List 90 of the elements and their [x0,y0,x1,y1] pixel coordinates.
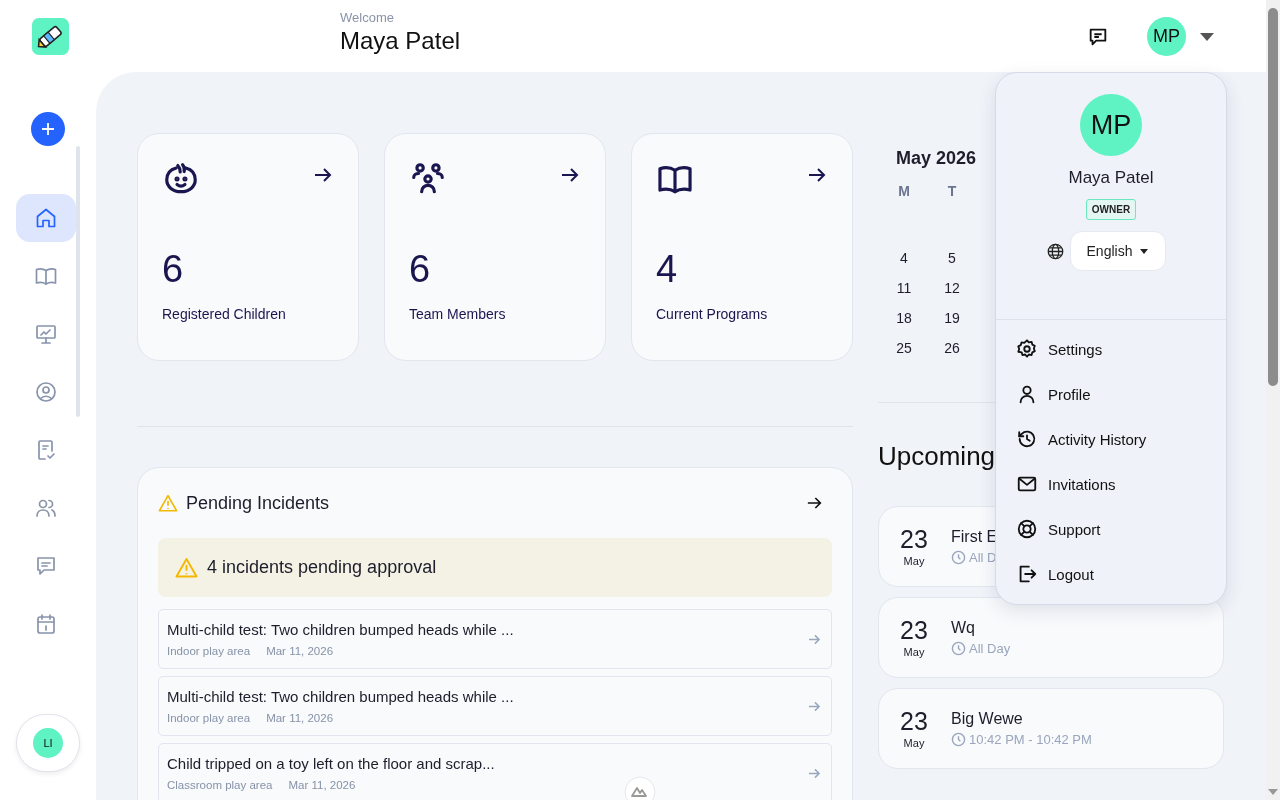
mountain-logo-icon[interactable] [624,776,656,800]
globe-icon [1046,242,1064,260]
menu-item[interactable]: Profile [1016,379,1226,409]
user-name: Maya Patel [1068,168,1154,188]
stat-card[interactable]: 6 Registered Children [137,133,359,361]
weekday-label: T [946,183,958,199]
calendar-day[interactable]: 11 [880,280,928,296]
arrow-right-icon [808,767,821,779]
caret-icon[interactable] [1200,32,1214,41]
stat-label: Registered Children [162,306,287,322]
scroll-down-icon[interactable] [1268,789,1278,795]
user-circle-icon [34,380,58,404]
event-title: Big Wewe [951,710,1024,728]
welcome-label: Welcome [340,10,395,25]
stat-label: Current Programs [656,306,769,322]
alert-text: 4 incidents pending approval [207,557,437,578]
stat-card[interactable]: 4 Current Programs [631,133,853,361]
stat-value: 6 [162,250,185,288]
presentation-chart-icon [34,322,58,346]
card-title: Pending Incidents [186,492,331,514]
stat-card[interactable]: 6 Team Members [384,133,606,361]
calendar-day[interactable]: 25 [880,340,928,356]
menu-item[interactable]: Settings [1016,334,1226,364]
incident-title: Child tripped on a toy left on the floor and scrap... [167,755,496,772]
stat-value: 4 [656,250,679,288]
incident-title: Multi-child test: Two children bumped heads while ... [167,688,515,705]
event-time: 10:42 PM - 10:42 PM [969,732,1092,747]
warning-icon [175,557,198,578]
incident-title: Multi-child test: Two children bumped heads while ... [167,621,515,638]
user-switcher[interactable]: LI [16,714,80,772]
incident-location: Indoor play area [167,712,251,724]
event-day: 23 [900,525,928,554]
role-tag: OWNER [1085,199,1137,220]
event-month: May [903,737,925,750]
event-month: May [903,555,925,568]
sidebar-item[interactable] [16,194,76,242]
warning-icon [158,494,178,512]
language-select[interactable]: English [1069,231,1166,271]
incident-date: Mar 11, 2026 [288,779,356,791]
event-title: Wq [951,619,976,637]
calendar-day[interactable]: 12 [928,280,976,296]
app-logo-icon[interactable] [32,18,69,55]
menu-item[interactable]: Activity History [1016,424,1226,454]
calendar-icon [34,612,58,636]
arrow-right-icon[interactable] [808,168,826,182]
add-button[interactable] [31,112,65,146]
menu-item[interactable]: Support [1016,514,1226,544]
calendar-day[interactable]: 26 [928,340,976,356]
user-avatar: LI [33,728,63,758]
calendar-day[interactable]: 5 [928,250,976,266]
weekday-label: M [897,183,911,199]
menu-item[interactable]: Logout [1016,559,1226,589]
arrow-right-icon[interactable] [807,497,822,509]
caret-icon [1140,248,1149,254]
clock-icon [951,550,966,565]
calendar-title: May 2026 [895,148,978,169]
scrollbar[interactable] [1266,0,1280,800]
arrow-right-icon [808,700,821,712]
event-card[interactable]: 23 May Wq All Day [878,597,1224,678]
clock-icon [951,732,966,747]
incident-location: Indoor play area [167,645,251,657]
menu-item[interactable]: Invitations [1016,469,1226,499]
incident-date: Mar 11, 2026 [266,645,334,657]
arrow-right-icon[interactable] [314,168,332,182]
event-month: May [903,646,925,659]
incident-row[interactable]: Multi-child test: Two children bumped heads while ... Indoor play area Mar 11, 2026 [158,676,832,736]
calendar-day[interactable]: 19 [928,310,976,326]
settings-icon [1016,338,1038,360]
plus-icon [40,121,56,137]
stat-label: Team Members [409,306,507,322]
chat-icon [34,554,58,578]
calendar-day[interactable]: 4 [880,250,928,266]
user-name: Maya Patel [340,27,461,55]
arrow-right-icon [808,633,821,645]
arrow-right-icon[interactable] [561,168,579,182]
user-avatar: MP [1080,94,1142,156]
home-icon [34,206,58,230]
incident-row[interactable]: Multi-child test: Two children bumped heads while ... Indoor play area Mar 11, 2026 [158,609,832,669]
history-icon [1016,428,1038,450]
event-card[interactable]: 23 May Big Wewe 10:42 PM - 10:42 PM [878,688,1224,769]
stat-value: 6 [409,250,432,288]
incident-date: Mar 11, 2026 [266,712,334,724]
user-avatar[interactable]: MP [1147,17,1186,56]
clock-icon [951,641,966,656]
lifebuoy-icon [1016,518,1038,540]
incident-location: Classroom play area [167,779,273,791]
calendar-day[interactable]: 18 [880,310,928,326]
event-day: 23 [900,616,928,645]
event-day: 23 [900,707,928,736]
event-time: All Day [969,641,1011,656]
